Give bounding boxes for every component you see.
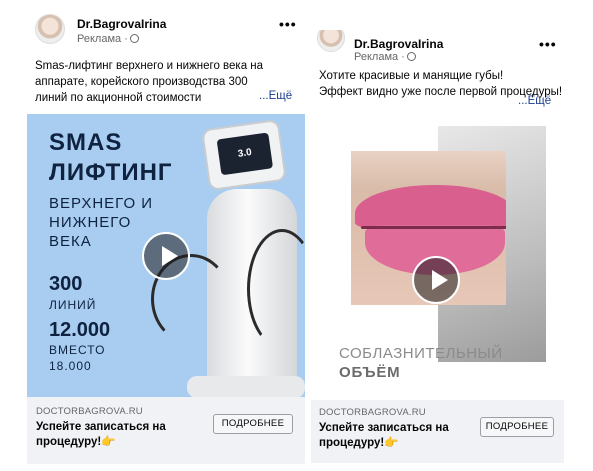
old-price: 18.000 — [49, 359, 92, 373]
lip-line — [361, 226, 506, 229]
creative-line-2: ОБЪЁМ — [339, 364, 401, 381]
see-more-link[interactable]: ...Ещё — [518, 95, 551, 107]
cta-text: Успейте записаться на процедуру!👉 — [36, 420, 216, 450]
ad-footer[interactable]: DOCTORBAGROVA.RU Успейте записаться на п… — [311, 400, 564, 463]
device-base — [187, 376, 305, 397]
creative-title-line: ЛИФТИНГ — [49, 159, 173, 186]
creative-line-1: СОБЛАЗНИТЕЛЬНЫЙ — [339, 345, 503, 362]
sponsored-text: Реклама · — [354, 51, 405, 63]
cta-line: Успейте записаться на — [36, 421, 166, 433]
creative-title-line: SMAS — [49, 129, 123, 156]
video-creative[interactable]: SMAS ЛИФТИНГ ВЕРХНЕГО И НИЖНЕГО ВЕКА 300… — [27, 114, 305, 397]
learn-more-button[interactable]: ПОДРОБНЕЕ — [213, 414, 293, 434]
play-icon[interactable] — [412, 256, 460, 304]
globe-icon — [129, 34, 139, 43]
device-head: 3.0 — [201, 118, 287, 192]
lines-word: ЛИНИЙ — [49, 298, 97, 312]
creative-subtitle: ВЕРХНЕГО И НИЖНЕГО ВЕКА — [49, 194, 153, 251]
avatar[interactable] — [35, 14, 65, 44]
creative-subtitle-line: ВЕКА — [49, 233, 92, 250]
cta-line: процедуру!👉 — [319, 437, 399, 449]
sponsored-label[interactable]: Реклама · — [77, 33, 139, 45]
page-name[interactable]: Dr.BagrovaIrina — [354, 37, 443, 51]
ad-header: Dr.BagrovaIrina Реклама · ••• — [27, 8, 305, 48]
page-name[interactable]: Dr.BagrovaIrina — [77, 17, 166, 31]
globe-icon — [406, 52, 416, 61]
creative-subtitle-line: НИЖНЕГО — [49, 214, 132, 231]
creative-title: SMAS ЛИФТИНГ — [49, 128, 173, 188]
ad-footer[interactable]: DOCTORBAGROVA.RU Успейте записаться на п… — [27, 397, 305, 464]
creative-subtitle-line: ВЕРХНЕГО И — [49, 195, 154, 212]
instead-word: ВМЕСТО — [49, 343, 106, 357]
avatar[interactable] — [317, 30, 345, 52]
ad-card-1: Dr.BagrovaIrina Реклама · ••• Smas-лифти… — [27, 8, 305, 464]
ad-header: Dr.BagrovaIrina Реклама · ••• — [311, 30, 564, 70]
more-options-icon[interactable]: ••• — [539, 36, 557, 52]
sponsored-text: Реклама · — [77, 33, 128, 45]
play-icon[interactable] — [142, 232, 190, 280]
ad-text-line: Smas-лифтинг верхнего и нижнего века на — [35, 60, 264, 72]
ad-text-line: аппарате, корейского производства 300 — [35, 76, 248, 88]
more-options-icon[interactable]: ••• — [279, 16, 297, 32]
ad-text-line: Хотите красивые и манящие губы! — [319, 70, 504, 82]
price: 12.000 — [49, 319, 111, 341]
learn-more-button[interactable]: ПОДРОБНЕЕ — [480, 417, 554, 437]
ad-domain: DOCTORBAGROVA.RU — [319, 407, 426, 418]
lines-number: 300 — [49, 273, 83, 295]
device-screen: 3.0 — [216, 132, 274, 176]
see-more-link[interactable]: ...Ещё — [259, 90, 292, 102]
upper-lip — [355, 185, 506, 229]
ad-card-2: Dr.BagrovaIrina Реклама · ••• Хотите кра… — [311, 30, 564, 463]
ad-domain: DOCTORBAGROVA.RU — [36, 406, 143, 417]
video-creative[interactable]: СОБЛАЗНИТЕЛЬНЫЙ ОБЪЁМ — [311, 109, 564, 388]
cta-line: процедуру!👉 — [36, 436, 116, 448]
cta-text: Успейте записаться на процедуру!👉 — [319, 421, 489, 451]
cta-line: Успейте записаться на — [319, 422, 449, 434]
sponsored-label[interactable]: Реклама · — [354, 51, 416, 63]
